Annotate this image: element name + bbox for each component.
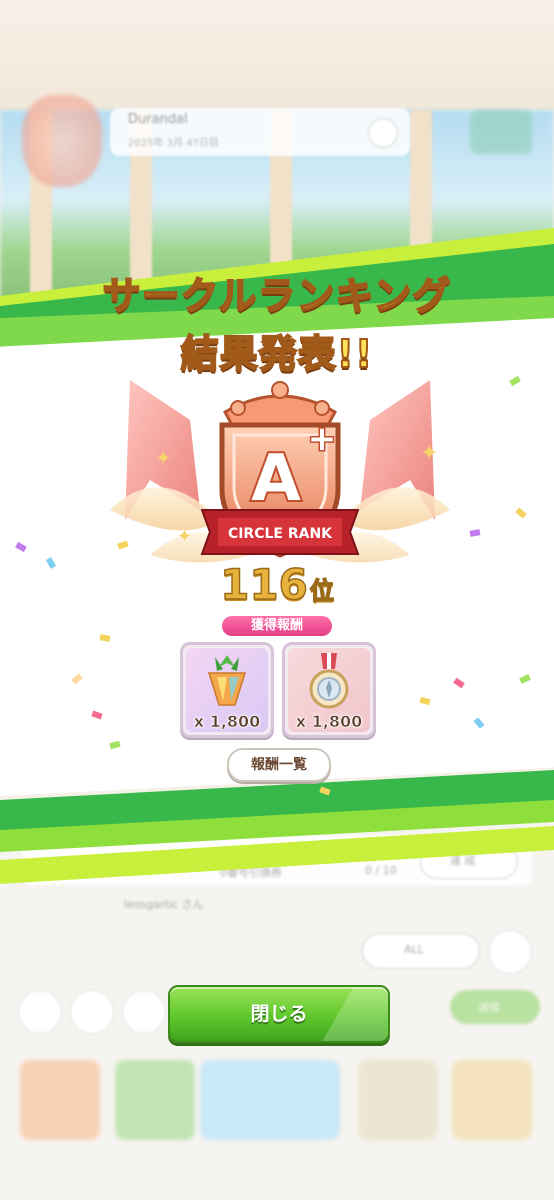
emblem-rank-modifier: + [308,419,337,459]
reward-quantity: x 1,800 [295,712,363,732]
carrot-crystal-icon [207,655,247,706]
svg-text:✦: ✦ [155,446,172,470]
ranking-title: サークルランキング [102,273,452,319]
close-button[interactable]: 閉じる [168,985,390,1043]
emblem-rank-letter: A [251,442,301,516]
reward-label: 獲得報酬 [222,616,332,636]
emblem-ribbon-text: CIRCLE RANK [228,526,333,542]
rank-number: 116 [219,559,308,610]
reward-list-button[interactable]: 報酬一覧 [227,748,331,782]
reward-quantity: x 1,800 [193,712,261,732]
circle-medal-icon [309,653,349,709]
reward-item-medal[interactable]: x 1,800 [282,642,376,738]
svg-text:✦: ✦ [177,526,192,547]
rank-result: 116位 [0,559,554,610]
svg-text:✦: ✦ [420,441,438,466]
circle-rank-emblem: CIRCLE RANK A + ✦ ✦ ✦ [110,380,450,563]
reward-item-carrot[interactable]: x 1,800 [180,642,274,738]
rank-unit: 位 [309,576,335,606]
